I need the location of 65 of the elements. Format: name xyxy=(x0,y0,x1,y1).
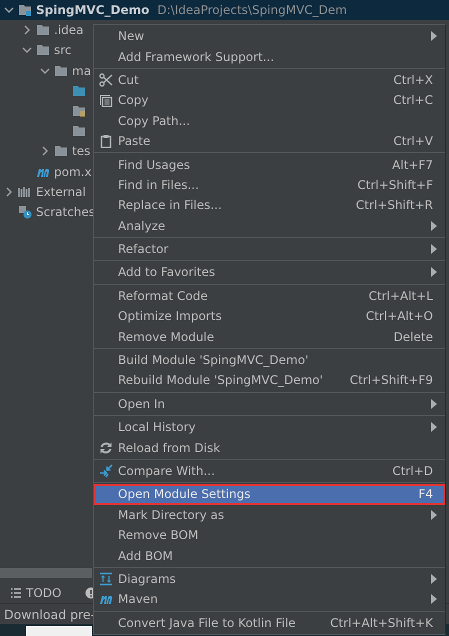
folder-icon xyxy=(72,124,86,138)
folder-icon xyxy=(36,43,50,58)
chevron-icon[interactable] xyxy=(22,45,32,56)
clipboard-icon xyxy=(99,134,113,148)
scratches-icon xyxy=(18,204,32,219)
tree-row[interactable]: SpingMVC_Demo D:\IdeaProjects\SpingMVC_Dem xyxy=(0,0,449,20)
tree-item-label[interactable]: .idea xyxy=(54,23,84,38)
menu-item[interactable]: Remove Module Delete xyxy=(94,326,445,347)
todo-tab[interactable]: TODO xyxy=(8,584,64,602)
tree-item-label[interactable]: pom.x xyxy=(54,164,92,179)
chevron-icon[interactable] xyxy=(4,186,14,197)
menu-item[interactable]: Cut Ctrl+X xyxy=(94,70,445,90)
folder-icon xyxy=(72,104,86,118)
compare-arrows-icon xyxy=(99,464,113,478)
tree-item-label[interactable]: ma xyxy=(72,64,92,78)
menu-item[interactable]: Reload from Disk xyxy=(94,437,445,458)
menu-item[interactable]: New xyxy=(94,26,445,46)
menu-item[interactable]: Find in Files... Ctrl+Shift+F xyxy=(94,174,445,196)
list-icon xyxy=(10,586,22,598)
menu-item[interactable]: Remove BOM xyxy=(94,524,445,546)
menu-item[interactable]: Local History xyxy=(94,417,445,438)
menu-item[interactable]: Analyze xyxy=(94,216,445,236)
menu-item[interactable]: Open Module Settings F4 xyxy=(94,484,445,505)
menu-item[interactable]: Add BOM xyxy=(94,545,445,566)
menu-item[interactable]: Compare With... Ctrl+D xyxy=(94,460,445,482)
chevron-icon[interactable] xyxy=(4,5,14,16)
library-icon xyxy=(18,184,32,199)
chevron-icon[interactable] xyxy=(22,25,32,36)
menu-item[interactable]: Diagrams xyxy=(94,568,445,590)
project-path: D:\IdeaProjects\SpingMVC_Dem xyxy=(157,3,347,18)
menu-item[interactable]: Add Framework Support... xyxy=(94,46,445,67)
folder-icon xyxy=(54,144,68,158)
menu-item[interactable]: Convert Java File to Kotlin File Ctrl+Alt+Shift+K xyxy=(94,612,445,633)
menu-item[interactable]: Copy Ctrl+C xyxy=(94,90,445,111)
diagram-icon xyxy=(99,572,113,586)
tree-item-label[interactable]: tes xyxy=(72,144,90,158)
menu-item[interactable]: Replace in Files... Ctrl+Shift+R xyxy=(94,195,445,216)
menu-item[interactable]: Paste Ctrl+V xyxy=(94,130,445,152)
reload-icon xyxy=(99,440,113,455)
chevron-icon[interactable] xyxy=(40,66,50,76)
menu-item[interactable]: Maven xyxy=(94,589,445,610)
tree-item-label[interactable]: src xyxy=(54,43,72,58)
copy-icon xyxy=(99,93,113,108)
menu-item[interactable]: Copy Path... xyxy=(94,110,445,131)
menu-item[interactable]: Open In xyxy=(94,394,445,414)
folder-icon xyxy=(72,84,86,98)
status-message: Download pre- xyxy=(4,606,96,622)
tree-item-label[interactable]: External xyxy=(36,184,86,199)
module-folder-icon xyxy=(18,3,32,18)
menu-item[interactable]: Build Module 'SpingMVC_Demo' xyxy=(94,350,445,370)
folder-icon xyxy=(36,23,50,38)
menu-item[interactable]: Add to Favorites xyxy=(94,262,445,283)
menu-item[interactable]: Rebuild Module 'SpingMVC_Demo' Ctrl+Shift+F9 xyxy=(94,370,445,391)
tree-item-label[interactable]: Scratches xyxy=(36,204,96,219)
folder-icon xyxy=(54,64,68,78)
scrollbar-thumb[interactable] xyxy=(0,568,92,578)
scissors-icon xyxy=(99,72,113,87)
taskbar-panel xyxy=(26,626,92,636)
menu-item[interactable]: Reformat Code Ctrl+Alt+L xyxy=(94,286,445,306)
menu-item[interactable]: Mark Directory as xyxy=(94,504,445,525)
chevron-icon[interactable] xyxy=(40,146,50,156)
menu-item[interactable]: Find Usages Alt+F7 xyxy=(94,154,445,175)
project-name: SpingMVC_Demo xyxy=(36,3,150,18)
menu-item[interactable]: Optimize Imports Ctrl+Alt+O xyxy=(94,306,445,326)
menu-item[interactable]: Refactor xyxy=(94,238,445,260)
